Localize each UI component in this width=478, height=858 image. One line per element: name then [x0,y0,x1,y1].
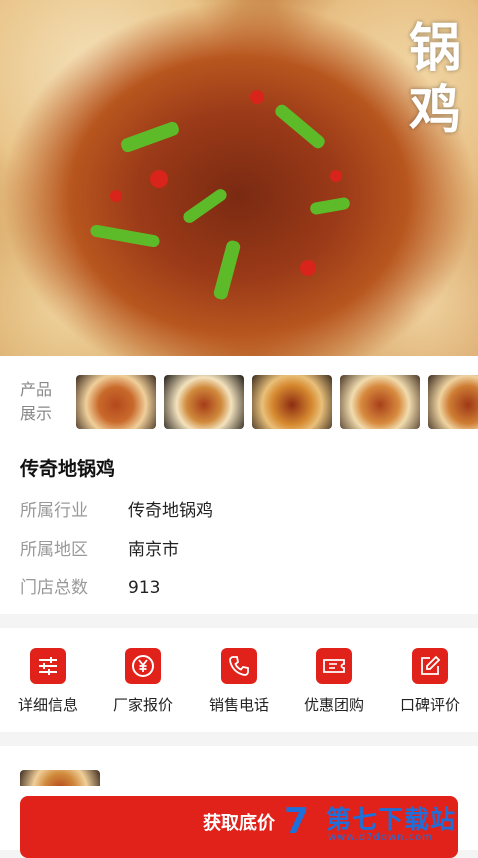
detail-info-label: 详细信息 [17,696,78,714]
stores-label: 门店总数 [20,578,88,598]
factory-quote-label: 厂家报价 [112,696,173,714]
showcase-label-line2: 展示 [20,404,53,423]
industry-label: 所属行业 [20,501,88,521]
watermark-url: www.d7down.com [328,832,434,843]
industry-row: 所属行业 传奇地锅鸡 [20,496,213,521]
hero-food-image: 锅 鸡 [0,0,478,356]
stores-row: 门店总数 913 [20,573,160,598]
factory-quote-button[interactable]: 厂家报价 [95,648,191,715]
yen-icon [125,648,161,684]
watermark-logo-icon: 7 [284,801,310,842]
hero-calligraphy-bottom: 鸡 [408,80,461,141]
detail-info-button[interactable]: 详细信息 [0,648,96,715]
showcase-label: 产品 展示 [20,378,60,426]
brand-name: 传奇地锅鸡 [20,458,116,480]
product-thumbnail[interactable] [164,375,244,429]
sales-phone-button[interactable]: 销售电话 [191,648,287,715]
showcase-thumbnails[interactable] [76,375,478,429]
watermark-title: 第七下载站 [326,805,457,834]
action-bar: 详细信息 厂家报价 销售电话 优惠团购 口碑评价 [0,628,478,732]
product-thumbnail[interactable] [340,375,420,429]
group-deal-button[interactable]: 优惠团购 [286,648,382,715]
cta-label: 获取底价 [203,813,275,834]
showcase-label-line1: 产品 [20,380,53,399]
product-thumbnail[interactable] [428,375,478,429]
stores-value: 913 [128,578,161,598]
product-thumbnail[interactable] [252,375,332,429]
region-label: 所属地区 [20,540,88,560]
product-mini-thumbnail[interactable] [20,770,100,786]
product-thumbnail[interactable] [76,375,156,429]
reviews-label: 口碑评价 [399,696,460,714]
product-showcase: 产品 展示 [0,356,478,440]
hero-calligraphy-top: 锅 [408,18,461,79]
reviews-button[interactable]: 口碑评价 [382,648,478,715]
ticket-icon [316,648,352,684]
brand-info-card: 传奇地锅鸡 所属行业 传奇地锅鸡 所属地区 南京市 门店总数 913 [0,440,478,614]
sales-phone-label: 销售电话 [208,696,269,714]
sliders-icon [30,648,66,684]
industry-value: 传奇地锅鸡 [128,501,213,521]
region-row: 所属地区 南京市 [20,535,179,560]
edit-icon [412,648,448,684]
hero-calligraphy: 锅 鸡 [400,18,470,142]
watermark: 7 第七下载站 www.d7down.com [282,800,478,850]
group-deal-label: 优惠团购 [303,696,364,714]
phone-icon [221,648,257,684]
region-value: 南京市 [128,540,179,560]
